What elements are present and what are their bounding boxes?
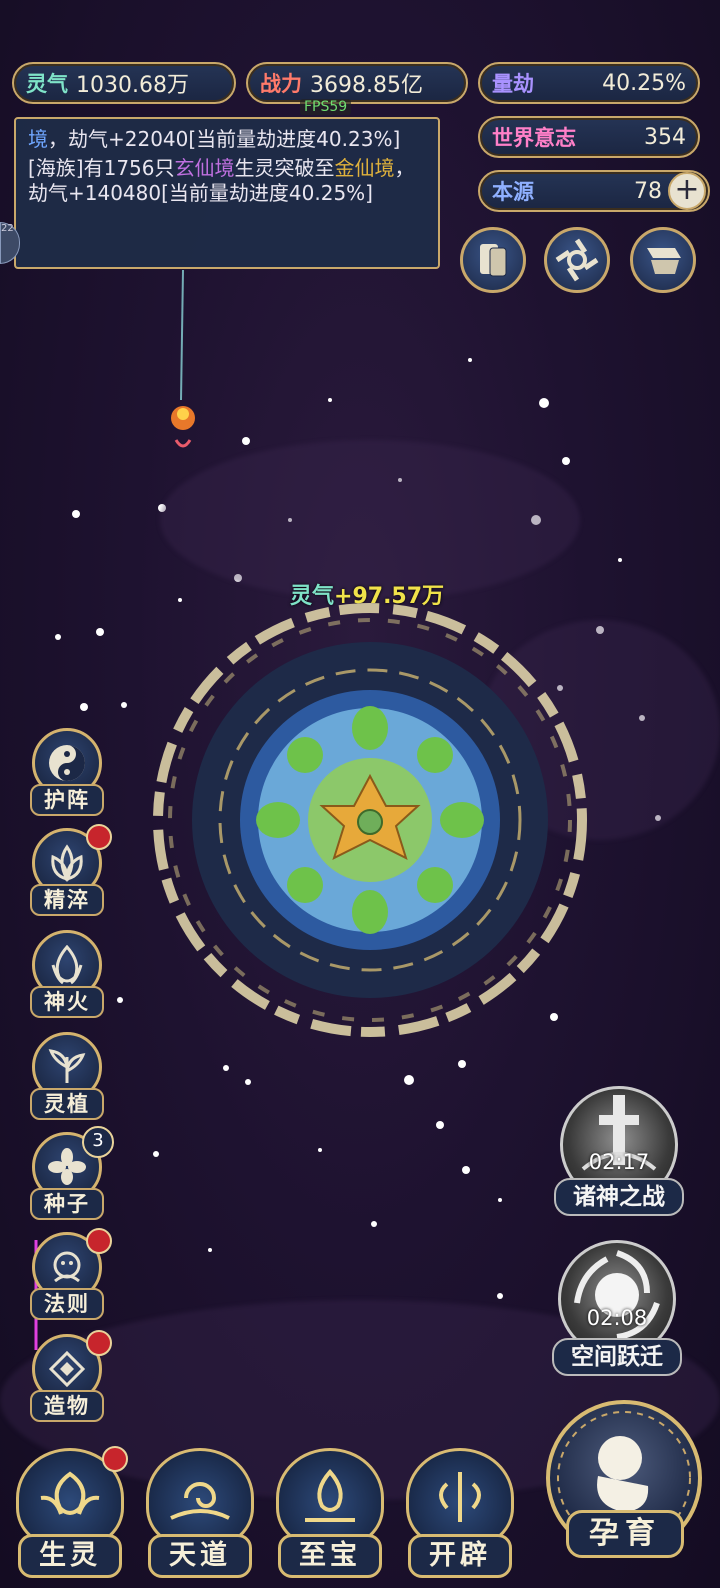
nav-label: 开辟: [408, 1534, 512, 1578]
treasure-flame-icon: [276, 1448, 384, 1548]
skill-jing-cui[interactable]: 精淬: [26, 824, 112, 916]
scroll-button[interactable]: [630, 227, 696, 293]
cloud-decoration: [160, 440, 580, 600]
zhanli-label: 战力: [260, 71, 302, 96]
skill-fa-ze[interactable]: 法则: [26, 1228, 112, 1320]
zhanli-stat: 战力 3698.85亿: [246, 62, 468, 104]
count-badge: 3: [82, 1126, 114, 1158]
liangjie-value: 40.25%: [602, 70, 686, 96]
world-will-value: 354: [644, 124, 686, 150]
skill-label: 种子: [30, 1188, 104, 1220]
fps-counter: FPS59: [300, 99, 352, 115]
nav-sheng-ling[interactable]: 生灵: [10, 1446, 130, 1578]
skill-label: 造物: [30, 1390, 104, 1422]
log-text: ，劫气+22040[当前量劫进度40.23%]: [48, 127, 401, 151]
zhanli-value: 3698.85亿: [310, 73, 423, 98]
axe-flame-icon: [406, 1448, 514, 1548]
notification-dot: [102, 1446, 128, 1472]
card-deck-button[interactable]: [460, 227, 526, 293]
event-timer: 02:17: [588, 1150, 650, 1174]
log-entry: 境，劫气+22040[当前量劫进度40.23%]: [28, 127, 426, 152]
notification-dot: [86, 1228, 112, 1254]
benyuan-value: 78: [634, 178, 662, 204]
lingqi-stat: 灵气 1030.68万: [12, 62, 236, 104]
add-benyuan-button[interactable]: +: [668, 172, 706, 210]
nav-label: 至宝: [278, 1534, 382, 1578]
nav-zhi-bao[interactable]: 至宝: [270, 1448, 390, 1578]
swirl-cloud-icon: [146, 1448, 254, 1548]
side-tab-label: 22: [1, 223, 14, 234]
skill-zhong-zi[interactable]: 3 种子: [26, 1126, 114, 1220]
log-entry: [海族]有1756只玄仙境生灵突破至金仙境，劫气+140480[当前量劫进度40…: [28, 156, 426, 206]
breed-label: 孕育: [566, 1510, 684, 1558]
notification-dot: [86, 1330, 112, 1356]
world-will-stat[interactable]: 世界意志 354: [478, 116, 700, 158]
log-realm-text: 境: [28, 127, 48, 151]
benyuan-label: 本源: [492, 179, 534, 204]
skill-zao-wu[interactable]: 造物: [26, 1330, 112, 1422]
nav-label: 生灵: [18, 1534, 122, 1578]
lingqi-label: 灵气: [26, 71, 68, 96]
event-label: 诸神之战: [554, 1178, 684, 1216]
log-realm-text: 玄仙境: [174, 156, 235, 180]
vortex-icon: [555, 238, 599, 282]
event-log-panel[interactable]: 境，劫气+22040[当前量劫进度40.23%] [海族]有1756只玄仙境生灵…: [14, 117, 440, 269]
skill-ling-zhi[interactable]: 灵植: [26, 1032, 108, 1120]
nav-tian-dao[interactable]: 天道: [140, 1448, 260, 1578]
nav-kai-pi[interactable]: 开辟: [400, 1448, 520, 1578]
skill-hu-zhen[interactable]: 护阵: [26, 728, 108, 816]
skill-shen-huo[interactable]: 神火: [26, 930, 108, 1018]
log-realm-text: 金仙境: [334, 156, 395, 180]
scroll-icon: [647, 248, 681, 274]
skill-label: 神火: [30, 986, 104, 1018]
world-will-label: 世界意志: [492, 125, 576, 150]
event-timer: 02:08: [586, 1306, 648, 1330]
skill-label: 灵植: [30, 1088, 104, 1120]
event-zhu-shen-zhi-zhan[interactable]: 02:17 诸神之战: [554, 1086, 684, 1218]
world-orb[interactable]: [150, 600, 590, 1040]
liangjie-label: 量劫: [492, 71, 534, 96]
skill-label: 精淬: [30, 884, 104, 916]
log-text: [海族]有1756只: [28, 156, 175, 180]
nav-label: 天道: [148, 1534, 252, 1578]
breed-button[interactable]: 孕育: [540, 1400, 708, 1570]
skill-label: 法则: [30, 1288, 104, 1320]
liangjie-stat[interactable]: 量劫 40.25%: [478, 62, 700, 104]
event-label: 空间跃迁: [552, 1338, 682, 1376]
lingqi-value: 1030.68万: [76, 73, 189, 98]
event-kong-jian-yue-qian[interactable]: 02:08 空间跃迁: [552, 1240, 682, 1380]
cards-icon: [480, 244, 507, 277]
log-text: 生灵突破至: [234, 156, 335, 180]
benyuan-stat: 本源 78 +: [478, 170, 710, 212]
skill-label: 护阵: [30, 784, 104, 816]
vortex-button[interactable]: [544, 227, 610, 293]
notification-dot: [86, 824, 112, 850]
